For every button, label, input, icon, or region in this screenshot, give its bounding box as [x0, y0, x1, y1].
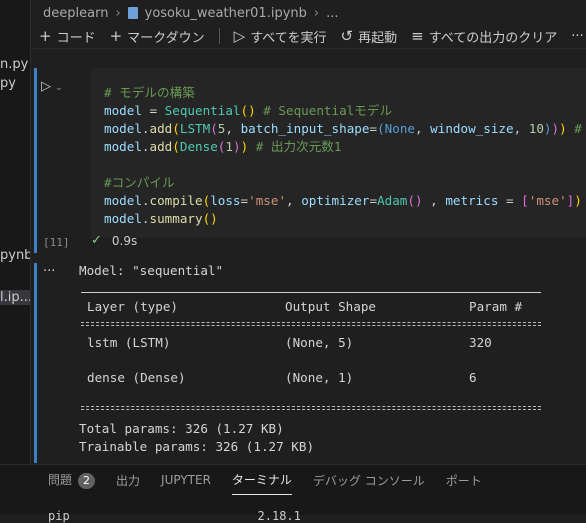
summary-row-layer: lstm (LSTM)	[87, 335, 171, 350]
bottom-panel: 問題 2 出力 JUPYTER ターミナル デバッグ コンソール ポート pip …	[0, 464, 586, 523]
code-line: model.add(Dense(1)) # 出力次元数1	[104, 139, 342, 154]
add-code-label: コード	[56, 30, 96, 46]
explorer-item-active[interactable]: l.ip...	[0, 290, 30, 305]
play-icon: ▷	[41, 79, 51, 94]
tab-ports[interactable]: ポート	[446, 472, 482, 495]
clear-all-icon: ≡	[411, 27, 424, 45]
code-line: model = Sequential() # Sequentialモデル	[104, 103, 393, 118]
summary-rule	[81, 292, 541, 293]
output-model-name: Model: "sequential"	[79, 263, 224, 278]
run-all-icon: ▷	[233, 27, 246, 45]
clear-all-label: すべての出力のクリア	[428, 30, 558, 46]
breadcrumb-file[interactable]: yosoku_weather01.ipynb	[145, 6, 307, 21]
summary-row-shape: (None, 5)	[285, 335, 354, 350]
explorer-item[interactable]: py	[0, 76, 16, 91]
summary-row-layer: dense (Dense)	[87, 370, 186, 385]
notebook-toolbar: + コード + マークダウン ▷ すべてを実行 ↺ 再起動 ≡ すべての出力のク…	[31, 24, 586, 49]
code-line: model.add(LSTM(5, batch_input_shape=(Non…	[104, 121, 582, 136]
code-line: #コンパイル	[104, 175, 175, 190]
code-line: model.summary()	[104, 211, 218, 226]
restart-label: 再起動	[358, 30, 398, 46]
notebook-file-icon	[127, 7, 138, 19]
clear-all-outputs-button[interactable]: ≡ すべての出力のクリア	[411, 27, 557, 46]
output-actions-icon[interactable]: ···	[43, 264, 55, 279]
chevron-down-icon[interactable]: ⌄	[55, 83, 63, 93]
explorer-item[interactable]: n.py	[0, 57, 28, 72]
summary-total-params: Total params: 326 (1.27 KB)	[79, 421, 284, 436]
tab-debug-console[interactable]: デバッグ コンソール	[313, 472, 425, 495]
restart-button[interactable]: ↺ 再起動	[341, 27, 398, 46]
code-line: model.compile(loss='mse', optimizer=Adam…	[104, 193, 582, 208]
plus-icon: +	[39, 27, 52, 45]
cell-focus-bar	[34, 68, 37, 253]
more-actions-button[interactable]: ···	[571, 29, 583, 44]
code-line: # モデルの構築	[104, 85, 195, 100]
add-markdown-button[interactable]: + マークダウン	[110, 27, 205, 46]
execution-status: ✓ 0.9s	[91, 233, 137, 248]
run-cell-button[interactable]: ▷ ⌄	[41, 79, 63, 94]
summary-row-params: 6	[469, 370, 477, 385]
notebook-editor: deeplearn › yosoku_weather01.ipynb › ...…	[31, 0, 586, 464]
tab-jupyter[interactable]: JUPYTER	[161, 473, 211, 493]
breadcrumb-folder[interactable]: deeplearn	[43, 6, 108, 21]
code-cell-editor[interactable]: # モデルの構築 model = Sequential() # Sequenti…	[91, 68, 586, 238]
tab-problems[interactable]: 問題 2	[48, 471, 96, 495]
tab-output[interactable]: 出力	[116, 472, 140, 495]
tab-problems-label: 問題	[48, 473, 73, 487]
explorer-sidebar: n.py py pynb l.ip...	[0, 0, 31, 514]
terminal-output-line: pip 2.18.1	[48, 509, 301, 523]
summary-header-layer: Layer (type)	[87, 299, 178, 314]
chevron-right-icon: ›	[313, 5, 320, 21]
check-icon: ✓	[91, 233, 102, 248]
add-code-button[interactable]: + コード	[39, 27, 96, 46]
plus-icon: +	[109, 27, 123, 45]
panel-tabs: 問題 2 出力 JUPYTER ターミナル デバッグ コンソール ポート	[48, 471, 482, 495]
summary-header-params: Param #	[469, 299, 523, 314]
run-all-label: すべてを実行	[250, 30, 327, 46]
summary-row-params: 320	[469, 335, 492, 350]
summary-trainable-params: Trainable params: 326 (1.27 KB)	[79, 439, 315, 454]
breadcrumb-more[interactable]: ...	[326, 6, 338, 21]
execution-time: 0.9s	[111, 233, 138, 248]
tab-terminal[interactable]: ターミナル	[231, 471, 292, 495]
toolbar-divider	[218, 28, 220, 44]
cell-output: Model: "sequential" Layer (type) Output …	[79, 260, 586, 460]
restart-icon: ↺	[340, 27, 354, 45]
summary-double-rule	[81, 406, 541, 407]
summary-double-rule	[81, 409, 541, 410]
add-markdown-label: マークダウン	[127, 30, 205, 46]
summary-row-shape: (None, 1)	[285, 370, 354, 385]
summary-double-rule	[81, 322, 541, 323]
output-focus-bar	[34, 263, 37, 463]
chevron-right-icon: ›	[115, 5, 121, 21]
execution-count: [11]	[43, 236, 70, 249]
explorer-item[interactable]: pynb	[0, 248, 30, 263]
problems-count-badge: 2	[78, 473, 96, 489]
summary-header-shape: Output Shape	[285, 299, 376, 314]
summary-double-rule	[81, 325, 541, 326]
run-all-button[interactable]: ▷ すべてを実行	[234, 27, 327, 46]
breadcrumb: deeplearn › yosoku_weather01.ipynb › ...	[43, 4, 339, 22]
